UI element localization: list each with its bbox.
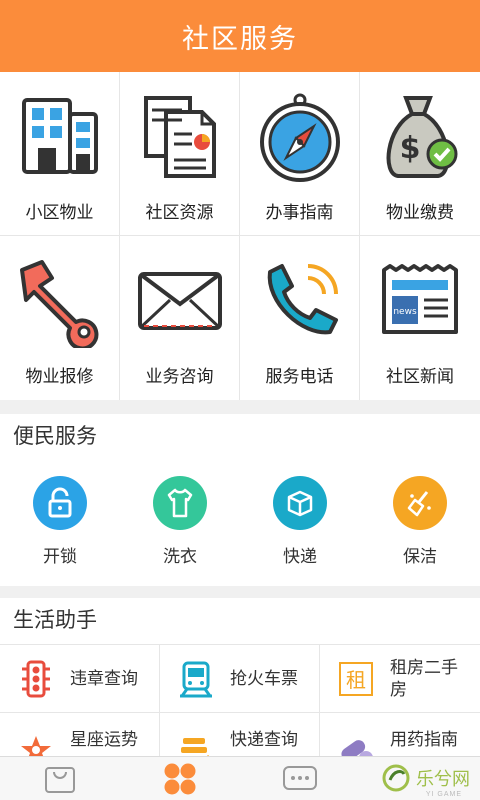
grid-label: 社区资源 [145, 203, 214, 222]
wrench-icon [19, 260, 98, 348]
life-item-medicine[interactable]: 用药指南 [320, 713, 480, 762]
page-title: 社区服务 [182, 23, 298, 54]
life-label: 星座运势 [70, 730, 138, 749]
section-title-life: 生活助手 [0, 598, 480, 644]
grid-label: 物业报修 [25, 367, 94, 386]
watermark-sub: YI GAME [425, 791, 462, 798]
life-label: 用药指南 [390, 730, 458, 749]
grid-item-consult[interactable]: 业务咨询 [120, 236, 240, 400]
service-label: 快递 [283, 547, 317, 566]
watermark: 乐兮网 YI GAME [380, 756, 480, 800]
service-unlock[interactable]: 开锁 [0, 460, 120, 586]
watermark-logo-icon [382, 764, 410, 792]
life-item-violation[interactable]: 违章查询 [0, 645, 160, 713]
grid-label: 服务电话 [265, 367, 334, 386]
documents-icon [143, 96, 216, 178]
package-icon [273, 476, 327, 530]
money-bag-icon: $ [386, 96, 458, 178]
section-title-convenience: 便民服务 [0, 414, 480, 460]
life-item-rent[interactable]: 租 租房二手房 [320, 645, 480, 713]
tab-home[interactable] [120, 757, 240, 800]
broom-icon [393, 476, 447, 530]
tab-shop[interactable] [0, 757, 120, 800]
train-icon [174, 657, 218, 701]
compass-icon [259, 93, 340, 182]
grid-item-phone[interactable]: 服务电话 [240, 236, 360, 400]
grid-label: 物业缴费 [386, 203, 454, 222]
grid-item-payment[interactable]: $ 物业缴费 [360, 72, 480, 236]
life-label: 租房二手房 [390, 657, 458, 699]
service-label: 洗衣 [163, 547, 197, 566]
life-item-horoscope[interactable]: 星座运势 [0, 713, 160, 762]
app-header: 社区服务 [0, 0, 480, 72]
life-label: 快递查询 [230, 730, 298, 749]
chat-bubble-icon [283, 766, 317, 790]
grid-item-guide[interactable]: 办事指南 [240, 72, 360, 236]
convenience-services: 开锁 洗衣 快递 保洁 [0, 460, 480, 586]
grid-label: 社区新闻 [386, 367, 454, 386]
service-express[interactable]: 快递 [240, 460, 360, 586]
grid-label: 小区物业 [25, 203, 94, 222]
phone-icon [267, 264, 338, 335]
life-label: 违章查询 [70, 668, 138, 688]
service-laundry[interactable]: 洗衣 [120, 460, 240, 586]
lock-icon [33, 476, 87, 530]
grid-item-news[interactable]: news 社区新闻 [360, 236, 480, 400]
rent-icon: 租 [334, 657, 378, 701]
traffic-light-icon [14, 657, 58, 701]
envelope-icon [137, 272, 222, 330]
life-label: 抢火车票 [230, 668, 298, 688]
life-item-delivery[interactable]: 快递查询 [160, 713, 320, 762]
grid-item-property[interactable]: 小区物业 [0, 72, 120, 236]
rent-badge: 租 [339, 661, 373, 696]
shopping-bag-icon [45, 767, 75, 793]
life-item-train[interactable]: 抢火车票 [160, 645, 320, 713]
grid-item-repair[interactable]: 物业报修 [0, 236, 120, 400]
svg-text:news: news [393, 307, 417, 317]
grid-label: 业务咨询 [145, 367, 214, 386]
service-cleaning[interactable]: 保洁 [360, 460, 480, 586]
grid-label: 办事指南 [265, 203, 334, 222]
building-icon [21, 98, 98, 174]
grid-dots-icon [164, 763, 196, 795]
svg-text:$: $ [400, 131, 421, 166]
community-service-grid: 小区物业 社区资源 办事指南 $ 物业缴费 物业报修 业务咨询 服务电话 new… [0, 72, 480, 400]
shirt-icon [153, 476, 207, 530]
service-label: 保洁 [403, 547, 437, 566]
service-label: 开锁 [43, 547, 77, 566]
newspaper-icon: news [382, 264, 458, 334]
grid-item-resources[interactable]: 社区资源 [120, 72, 240, 236]
life-assistant-grid: 违章查询 抢火车票 租 租房二手房 星座运势 快递查询 用药指南 [0, 644, 480, 762]
tab-messages[interactable] [240, 757, 360, 800]
watermark-text: 乐兮网 [416, 769, 470, 790]
